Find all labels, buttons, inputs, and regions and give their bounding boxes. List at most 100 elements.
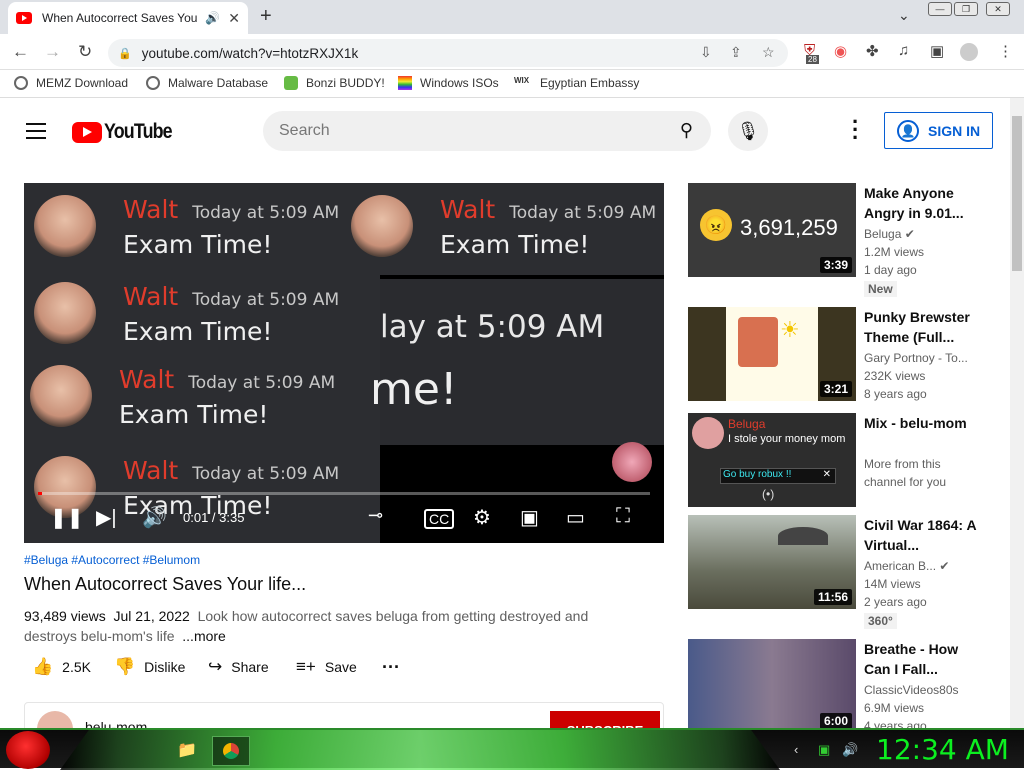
avatar xyxy=(30,365,92,427)
share-arrow-icon: ↪ xyxy=(208,657,223,676)
forward-arrow-icon[interactable]: → xyxy=(44,42,61,62)
tab-search-chevron-icon[interactable]: ⌄ xyxy=(898,7,910,24)
start-button-angry-bird-icon[interactable] xyxy=(6,731,50,769)
close-window-button[interactable]: ✕ xyxy=(986,2,1010,16)
hashtags[interactable]: #Beluga #Autocorrect #Belumom xyxy=(24,553,200,567)
scrollbar-thumb[interactable] xyxy=(1012,116,1022,271)
close-icon: ✕ xyxy=(822,469,831,480)
lock-icon[interactable]: 🔒 xyxy=(118,47,132,60)
browser-menu-icon[interactable]: ⋮ xyxy=(998,42,1013,60)
subscribe-button[interactable]: SUBSCRIBE xyxy=(550,711,660,728)
side-panel-icon[interactable]: ▣ xyxy=(930,42,944,60)
like-button[interactable]: 👍 2.5K xyxy=(32,657,91,677)
channel-name[interactable]: belu-mom xyxy=(85,719,147,728)
maximize-button[interactable]: ❐ xyxy=(954,2,978,16)
bookmark-egyptian-embassy[interactable]: WIX Egyptian Embassy xyxy=(514,76,639,90)
media-control-icon[interactable]: ♫ xyxy=(898,42,909,59)
status-badge: New xyxy=(864,281,897,297)
next-icon[interactable]: ▶| xyxy=(96,505,117,530)
bookmark-memz[interactable]: MEMZ Download xyxy=(14,76,128,90)
channel-avatar[interactable] xyxy=(37,711,73,728)
popup: Go buy robux !! ✕ xyxy=(720,468,836,484)
chat-message: Walt Today at 5:09 AM Exam Time! xyxy=(34,195,339,259)
extension-flag-icon[interactable]: ◉ xyxy=(834,42,847,60)
microphone-icon[interactable]: 🎙 xyxy=(728,111,768,151)
miniplayer-icon[interactable]: ▣ xyxy=(520,505,539,530)
new-tab-button[interactable]: + xyxy=(260,5,272,28)
settings-dots-icon[interactable]: · · · xyxy=(852,111,859,149)
volume-tray-icon[interactable]: 🔊 xyxy=(842,742,858,758)
audio-playing-icon[interactable]: 🔊 xyxy=(205,11,220,25)
youtube-favicon-icon xyxy=(16,12,32,24)
video-player[interactable]: Walt Today at 5:09 AM Exam Time! Walt Today… xyxy=(24,183,664,543)
search-input[interactable]: Search ⚲ xyxy=(263,111,711,151)
clock[interactable]: 12:34 AM xyxy=(876,733,1009,766)
share-button[interactable]: ↪ Share xyxy=(208,657,269,677)
mix-radio-icon: (•) xyxy=(762,487,775,501)
video-thumbnail[interactable]: 11:56 xyxy=(688,515,856,609)
sun-icon: ☀ xyxy=(780,317,800,342)
dislike-button[interactable]: 👎 Dislike xyxy=(114,657,185,677)
tray-chevron-icon[interactable]: ‹ xyxy=(794,742,798,757)
bookmark-windows-isos[interactable]: Windows ISOs xyxy=(398,76,499,90)
youtube-logo[interactable]: YouTube xyxy=(72,120,184,144)
description[interactable]: 93,489 views Jul 21, 2022 Look how autoc… xyxy=(24,606,624,646)
install-app-icon[interactable]: ⇩ xyxy=(700,44,712,61)
video-thumbnail[interactable]: ☀ 3:21 xyxy=(688,307,856,401)
thumbnail-art: ☀ xyxy=(726,307,818,401)
autoplay-toggle[interactable]: ⊸ xyxy=(368,505,383,526)
wix-icon: WIX xyxy=(514,76,530,85)
user-circle-icon: 👤 xyxy=(897,119,919,142)
reload-icon[interactable]: ↻ xyxy=(78,42,92,62)
globe-icon xyxy=(14,76,28,90)
folder-icon[interactable]: 📁 xyxy=(168,736,206,766)
pause-icon[interactable]: ❚❚ xyxy=(50,505,84,530)
avatar xyxy=(34,195,96,257)
youtube-page: YouTube Search ⚲ 🎙 · · · 👤 SIGN IN Walt Tod… xyxy=(0,98,1010,728)
settings-gear-icon[interactable]: ⚙ xyxy=(473,505,491,530)
related-video[interactable]: ☀ 3:21 Punky Brewster Theme (Full... Gar… xyxy=(688,307,1008,403)
video-thumbnail[interactable]: Beluga I stole your money mom Go buy rob… xyxy=(688,413,856,507)
url-field[interactable]: 🔒 youtube.com/watch?v=htotzRXJX1k ⇩ ⇪ ☆ xyxy=(108,39,788,67)
browser-tab-bar: When Autocorrect Saves You 🔊 ✕ + ⌄ — ❐ ✕ xyxy=(0,0,1024,34)
avatar xyxy=(692,417,724,449)
extension-badge: 28 xyxy=(806,55,819,64)
taskbar: 📁 ‹ ▣ 🔊 12:34 AM xyxy=(0,728,1024,770)
video-thumbnail[interactable]: 😠 3,691,259 3:39 xyxy=(688,183,856,277)
bookmark-malware-db[interactable]: Malware Database xyxy=(146,76,268,90)
chat-message: Walt Today at 5:09 AM Exam Time! xyxy=(351,195,656,259)
fullscreen-icon[interactable]: ⛶ xyxy=(616,505,630,528)
share-page-icon[interactable]: ⇪ xyxy=(730,44,742,61)
bookmark-bonzi[interactable]: Bonzi BUDDY! xyxy=(284,76,385,90)
chrome-taskbar-icon[interactable] xyxy=(212,736,250,766)
search-placeholder: Search xyxy=(279,122,330,139)
related-mix[interactable]: Beluga I stole your money mom Go buy rob… xyxy=(688,413,1008,509)
progress-bar[interactable] xyxy=(38,492,650,495)
page-scrollbar[interactable] xyxy=(1010,98,1024,728)
related-video[interactable]: 11:56 Civil War 1864: A Virtual... Ameri… xyxy=(688,515,1008,629)
channel-watermark[interactable] xyxy=(612,442,652,482)
hamburger-menu-icon[interactable] xyxy=(26,123,46,144)
network-icon[interactable]: ▣ xyxy=(818,742,830,758)
channel-row: belu-mom SUBSCRIBE xyxy=(24,702,664,728)
close-tab-icon[interactable]: ✕ xyxy=(228,10,240,27)
volume-icon[interactable]: 🔊 xyxy=(142,505,167,530)
more-link[interactable]: ...more xyxy=(182,628,226,644)
bookmark-star-icon[interactable]: ☆ xyxy=(762,44,775,61)
extensions-puzzle-icon[interactable]: ✤ xyxy=(866,42,879,60)
search-icon[interactable]: ⚲ xyxy=(680,120,693,141)
browser-tab[interactable]: When Autocorrect Saves You 🔊 ✕ xyxy=(8,2,248,34)
profile-avatar-icon[interactable] xyxy=(960,43,978,61)
related-video[interactable]: 😠 3,691,259 3:39 Make Anyone Angry in 9.… xyxy=(688,183,1008,297)
related-video[interactable]: 6:00 Breathe - How Can I Fall... Classic… xyxy=(688,639,1008,728)
video-thumbnail[interactable]: 6:00 xyxy=(688,639,856,728)
url-text: youtube.com/watch?v=htotzRXJX1k xyxy=(141,45,359,61)
captions-icon[interactable]: CC xyxy=(424,509,455,529)
save-button[interactable]: ≡+ Save xyxy=(296,657,357,677)
sign-in-button[interactable]: 👤 SIGN IN xyxy=(884,112,993,149)
more-actions-icon[interactable]: ··· xyxy=(382,657,400,678)
back-arrow-icon[interactable]: ← xyxy=(12,42,29,62)
video-title: When Autocorrect Saves Your life... xyxy=(24,574,307,594)
theater-mode-icon[interactable]: ▭ xyxy=(566,505,585,530)
minimize-button[interactable]: — xyxy=(928,2,952,16)
